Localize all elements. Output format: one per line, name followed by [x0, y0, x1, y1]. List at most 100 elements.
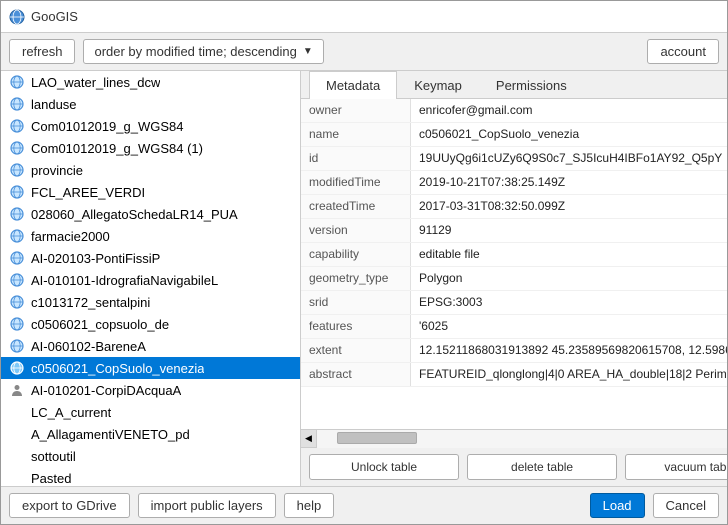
horizontal-scrollbar[interactable]: ◀ ▶	[301, 429, 727, 447]
sort-dropdown[interactable]: order by modified time; descending ▼	[83, 39, 323, 64]
list-item[interactable]: Com01012019_g_WGS84 (1)	[1, 137, 300, 159]
list-item[interactable]: AI-020103-PontiFissiP	[1, 247, 300, 269]
refresh-button[interactable]: refresh	[9, 39, 75, 64]
cancel-button[interactable]: Cancel	[653, 493, 719, 518]
import-public-layers-button[interactable]: import public layers	[138, 493, 276, 518]
metadata-value: '6025	[411, 315, 727, 338]
sort-label: order by modified time; descending	[94, 44, 296, 59]
list-item[interactable]: Com01012019_g_WGS84	[1, 115, 300, 137]
metadata-value: EPSG:3003	[411, 291, 727, 314]
metadata-value: 12.15211868031913892 45.2358956982061570…	[411, 339, 727, 362]
metadata-value: FEATUREID_qlonglong|4|0 AREA_HA_double|1…	[411, 363, 727, 386]
list-item[interactable]: AI-060102-BareneA	[1, 335, 300, 357]
list-item[interactable]: AI-010201-CorpiDAcquaA	[1, 379, 300, 401]
tabs-bar: Metadata Keymap Permissions	[301, 71, 727, 99]
list-item-label: landuse	[31, 97, 77, 112]
metadata-key: version	[301, 219, 411, 242]
list-item[interactable]: AI-010101-IdrografiaNavigabileL	[1, 269, 300, 291]
list-item[interactable]: 028060_AllegatoSchedaLR14_PUA	[1, 203, 300, 225]
globe-icon	[9, 294, 25, 310]
list-item[interactable]: c0506021_copsuolo_de	[1, 313, 300, 335]
layer-list[interactable]: LAO_water_lines_dcw landuse Com01012019_…	[1, 71, 300, 486]
metadata-value: Polygon	[411, 267, 727, 290]
tab-keymap[interactable]: Keymap	[397, 71, 479, 99]
metadata-row: modifiedTime2019-10-21T07:38:25.149Z	[301, 171, 727, 195]
list-item-label: 028060_AllegatoSchedaLR14_PUA	[31, 207, 238, 222]
empty-icon	[9, 448, 25, 464]
metadata-row: extent12.15211868031913892 45.2358956982…	[301, 339, 727, 363]
list-item[interactable]: LC_A_current	[1, 401, 300, 423]
bottom-bar: export to GDrive import public layers he…	[1, 486, 727, 524]
app-title: GooGIS	[31, 9, 78, 24]
globe-icon	[9, 96, 25, 112]
metadata-row: namec0506021_CopSuolo_venezia	[301, 123, 727, 147]
list-item[interactable]: A_AllagamentiVENETO_pd	[1, 423, 300, 445]
list-item-label: c0506021_copsuolo_de	[31, 317, 169, 332]
globe-icon	[9, 250, 25, 266]
empty-icon	[9, 426, 25, 442]
scroll-left-btn[interactable]: ◀	[301, 430, 317, 448]
list-item-label: Com01012019_g_WGS84 (1)	[31, 141, 203, 156]
globe-icon	[9, 206, 25, 222]
metadata-value: 19UUyQg6i1cUZy6Q9S0c7_SJ5IcuH4IBFo1AY92_…	[411, 147, 727, 170]
metadata-key: modifiedTime	[301, 171, 411, 194]
globe-icon	[9, 184, 25, 200]
tab-permissions[interactable]: Permissions	[479, 71, 584, 99]
metadata-key: owner	[301, 99, 411, 122]
vacuum-table-button[interactable]: vacuum table	[625, 454, 727, 480]
metadata-key: createdTime	[301, 195, 411, 218]
globe-icon	[9, 74, 25, 90]
metadata-key: srid	[301, 291, 411, 314]
list-item-label: c0506021_CopSuolo_venezia	[31, 361, 204, 376]
list-item[interactable]: sottoutil	[1, 445, 300, 467]
list-item[interactable]: provincie	[1, 159, 300, 181]
list-item[interactable]: farmacie2000	[1, 225, 300, 247]
action-buttons-row: Unlock table delete table vacuum table	[301, 447, 727, 486]
tab-metadata[interactable]: Metadata	[309, 71, 397, 99]
title-bar: GooGIS	[1, 1, 727, 33]
list-item-label: A_AllagamentiVENETO_pd	[31, 427, 190, 442]
metadata-value: editable file	[411, 243, 727, 266]
left-panel: LAO_water_lines_dcw landuse Com01012019_…	[1, 71, 301, 486]
list-item[interactable]: Pasted	[1, 467, 300, 486]
metadata-value: enricofer@gmail.com	[411, 99, 727, 122]
metadata-key: capability	[301, 243, 411, 266]
globe-icon	[9, 162, 25, 178]
metadata-row: features'6025	[301, 315, 727, 339]
metadata-key: features	[301, 315, 411, 338]
metadata-row: createdTime2017-03-31T08:32:50.099Z	[301, 195, 727, 219]
account-button[interactable]: account	[647, 39, 719, 64]
metadata-row: sridEPSG:3003	[301, 291, 727, 315]
metadata-row: abstractFEATUREID_qlonglong|4|0 AREA_HA_…	[301, 363, 727, 387]
export-gdrive-button[interactable]: export to GDrive	[9, 493, 130, 518]
list-item[interactable]: c0506021_CopSuolo_venezia	[1, 357, 300, 379]
list-item-label: LAO_water_lines_dcw	[31, 75, 160, 90]
metadata-row: ownerenricofer@gmail.com	[301, 99, 727, 123]
globe-icon	[9, 118, 25, 134]
metadata-value: 2019-10-21T07:38:25.149Z	[411, 171, 727, 194]
globe-icon	[9, 316, 25, 332]
empty-icon	[9, 470, 25, 486]
list-item-label: AI-010101-IdrografiaNavigabileL	[31, 273, 218, 288]
metadata-row: geometry_typePolygon	[301, 267, 727, 291]
list-item[interactable]: FCL_AREE_VERDI	[1, 181, 300, 203]
metadata-value: 2017-03-31T08:32:50.099Z	[411, 195, 727, 218]
unlock-table-button[interactable]: Unlock table	[309, 454, 459, 480]
globe-icon	[9, 360, 25, 376]
list-item-label: AI-020103-PontiFissiP	[31, 251, 160, 266]
metadata-row: capabilityeditable file	[301, 243, 727, 267]
metadata-key: id	[301, 147, 411, 170]
metadata-key: name	[301, 123, 411, 146]
main-window: GooGIS refresh order by modified time; d…	[0, 0, 728, 525]
person-icon	[9, 382, 25, 398]
help-button[interactable]: help	[284, 493, 335, 518]
list-item[interactable]: landuse	[1, 93, 300, 115]
list-item-label: c1013172_sentalpini	[31, 295, 150, 310]
main-content: LAO_water_lines_dcw landuse Com01012019_…	[1, 71, 727, 486]
load-button[interactable]: Load	[590, 493, 645, 518]
app-icon	[9, 9, 25, 25]
list-item[interactable]: c1013172_sentalpini	[1, 291, 300, 313]
list-item[interactable]: LAO_water_lines_dcw	[1, 71, 300, 93]
scroll-thumb-h[interactable]	[337, 432, 417, 444]
delete-table-button[interactable]: delete table	[467, 454, 617, 480]
